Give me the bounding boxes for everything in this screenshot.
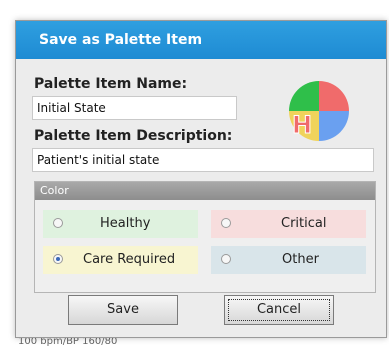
palette-logo-icon: H	[289, 81, 349, 141]
dialog-title: Save as Palette Item	[39, 32, 203, 48]
label-care-required: Care Required	[83, 252, 176, 267]
color-group-title: Color	[35, 182, 375, 200]
option-care-required[interactable]: Care Required	[43, 246, 198, 274]
option-healthy[interactable]: Healthy	[43, 210, 198, 238]
svg-text:H: H	[292, 111, 312, 139]
radio-other[interactable]	[221, 254, 231, 264]
radio-healthy[interactable]	[53, 218, 63, 228]
palette-item-description-input[interactable]: Patient's initial state	[32, 148, 374, 172]
save-palette-dialog: Save as Palette Item Palette Item Name: …	[15, 20, 387, 338]
label-healthy: Healthy	[100, 216, 151, 231]
radio-critical[interactable]	[221, 218, 231, 228]
label-critical: Critical	[281, 216, 327, 231]
color-group: Color Healthy Critical Care Required Oth…	[34, 181, 376, 293]
option-other[interactable]: Other	[211, 246, 366, 274]
palette-item-name-label: Palette Item Name:	[34, 76, 188, 92]
option-critical[interactable]: Critical	[211, 210, 366, 238]
palette-item-name-input[interactable]: Initial State	[32, 96, 237, 120]
save-button[interactable]: Save	[68, 295, 178, 325]
palette-item-description-label: Palette Item Description:	[34, 128, 233, 144]
radio-care-required[interactable]	[53, 254, 63, 264]
cancel-button[interactable]: Cancel	[224, 295, 334, 325]
label-other: Other	[282, 252, 319, 267]
dialog-titlebar: Save as Palette Item	[16, 21, 386, 59]
